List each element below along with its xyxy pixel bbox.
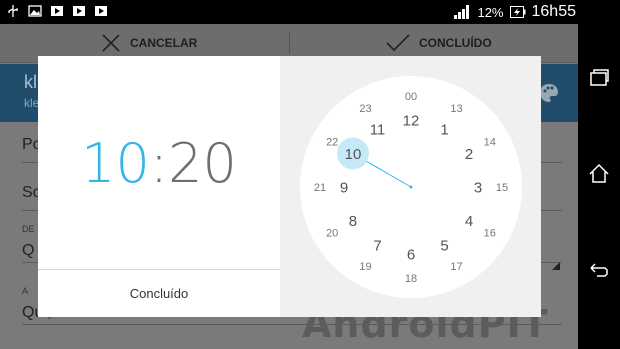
cancel-label: CANCELAR <box>130 36 198 50</box>
clock-hour-inner[interactable]: 20 <box>326 227 338 239</box>
clock-center-dot <box>409 185 413 189</box>
video-icon <box>73 6 85 16</box>
usb-icon <box>8 5 18 17</box>
video-icon <box>95 6 107 16</box>
clock-hour-outer[interactable]: 10 <box>345 146 362 163</box>
field-4-label: A <box>22 286 29 296</box>
back-icon[interactable] <box>587 258 611 282</box>
header-title: kl <box>24 72 37 92</box>
clock-time: 16h55 <box>531 3 577 20</box>
clock-hour-inner[interactable]: 18 <box>405 273 417 285</box>
close-icon <box>102 34 120 52</box>
time-picker-dialog: 10:20 Concluído 12 1 2 3 4 5 6 7 8 9 10 11 00 13 14 15 1… <box>38 56 541 317</box>
clock-hour-outer[interactable]: 2 <box>465 146 473 163</box>
clock-hour-inner[interactable]: 23 <box>359 103 371 115</box>
time-separator: : <box>149 132 169 195</box>
clock-hour-outer[interactable]: 5 <box>440 237 448 254</box>
navigation-bar <box>578 24 620 349</box>
done-button[interactable]: Concluído <box>38 270 280 317</box>
clock-hour-inner[interactable]: 17 <box>450 261 462 273</box>
hour-display[interactable]: 10 <box>81 132 150 195</box>
clock-hour-outer[interactable]: 8 <box>349 213 357 230</box>
recent-apps-icon[interactable] <box>587 66 611 90</box>
clock-hour-outer[interactable]: 6 <box>407 246 415 263</box>
field-3-label: DE <box>22 224 35 234</box>
check-icon <box>386 34 410 52</box>
done-action-label: CONCLUÍDO <box>419 36 492 50</box>
clock-hour-inner[interactable]: 15 <box>496 182 508 194</box>
battery-percent: 12% <box>477 4 504 20</box>
clock-pane: 12 1 2 3 4 5 6 7 8 9 10 11 00 13 14 15 16 17 18 19 20 21 22 23 <box>280 56 541 317</box>
field-3-value[interactable]: Q <box>22 242 34 260</box>
notification-icons <box>6 4 108 18</box>
clock-hour-outer[interactable]: 3 <box>474 179 482 196</box>
clock-hour-outer[interactable]: 9 <box>340 179 348 196</box>
status-bar: 12% 16h55 <box>0 0 620 24</box>
clock-face[interactable]: 121234567891011001314151617181920212223 <box>300 76 522 298</box>
signal-icon <box>454 5 470 19</box>
clock-hour-outer[interactable]: 11 <box>370 121 386 138</box>
clock-hour-outer[interactable]: 12 <box>403 112 420 129</box>
image-icon <box>28 5 42 17</box>
clock-hour-inner[interactable]: 14 <box>484 136 496 148</box>
dropdown-arrow <box>552 262 560 270</box>
battery-charging-icon <box>509 6 525 18</box>
clock-hour-outer[interactable]: 7 <box>373 237 381 254</box>
home-icon[interactable] <box>587 162 611 186</box>
palette-icon[interactable] <box>538 82 560 104</box>
clock-hour-inner[interactable]: 13 <box>450 103 462 115</box>
time-display-pane: 10:20 Concluído <box>38 56 280 317</box>
clock-hour-outer[interactable]: 4 <box>465 213 473 230</box>
clock-hour-inner[interactable]: 16 <box>484 227 496 239</box>
video-icon <box>51 6 63 16</box>
clock-hour-inner[interactable]: 22 <box>326 136 338 148</box>
minute-display[interactable]: 20 <box>168 132 237 195</box>
clock-hour-inner[interactable]: 21 <box>314 182 326 194</box>
time-display: 10:20 <box>38 132 280 195</box>
clock-hour-outer[interactable]: 1 <box>440 121 448 138</box>
action-divider <box>289 32 290 54</box>
clock-hour-inner[interactable]: 00 <box>405 91 417 103</box>
clock-hour-inner[interactable]: 19 <box>359 261 371 273</box>
